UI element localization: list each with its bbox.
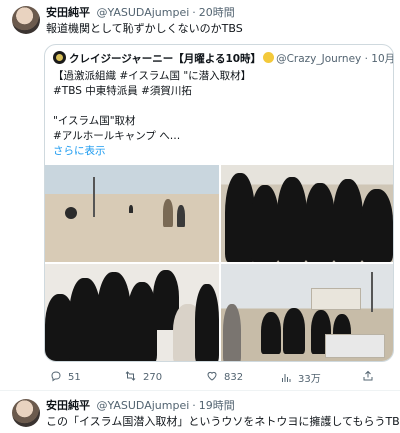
views-icon [282, 374, 291, 382]
show-more-link[interactable]: さらに表示 [53, 144, 251, 159]
tent-shape [311, 288, 361, 310]
views-count: 33万 [298, 374, 321, 385]
tweet-header: 安田純平 @YASUDAjumpei · 19時間 [46, 397, 235, 413]
tweet-time[interactable]: 19時間 [199, 399, 235, 412]
person-figure [283, 308, 305, 354]
tweet-header: 安田純平 @YASUDAjumpei · 20時間 [46, 4, 235, 20]
separator-dot: · [361, 53, 372, 65]
quoted-line: 【過激派組織 #イスラム国 "に潜入取材】 [53, 70, 252, 82]
person-figure [97, 272, 131, 361]
person-figure [251, 185, 279, 262]
separator-dot: · [192, 6, 196, 19]
quoted-date[interactable]: 10月29日 [371, 53, 393, 65]
retweet-icon [125, 371, 136, 381]
retweet-count: 270 [143, 372, 163, 383]
quoted-line: "イスラム国"取材 [53, 115, 136, 127]
user-name[interactable]: 安田純平 [46, 6, 90, 19]
photo-women-children[interactable] [45, 264, 219, 361]
user-handle[interactable]: @YASUDAjumpei [97, 399, 190, 412]
person-figure [195, 284, 219, 361]
reply-button[interactable]: 51 [50, 370, 81, 383]
pole-shape [93, 177, 95, 217]
user-name[interactable]: 安田純平 [46, 399, 90, 412]
like-count: 832 [224, 372, 244, 383]
person-figure [261, 312, 281, 354]
motorbike-shape [65, 207, 77, 219]
quoted-user-name[interactable]: クレイジージャーニー【月曜よる10時】 [69, 53, 261, 65]
person-figure [223, 304, 241, 361]
views-button[interactable]: 33万 [280, 370, 321, 385]
user-handle[interactable]: @YASUDAjumpei [97, 6, 190, 19]
person-figure [333, 179, 363, 262]
avatar[interactable] [12, 6, 40, 34]
quoted-avatar[interactable] [53, 51, 66, 64]
avatar[interactable] [12, 399, 40, 427]
retweet-button[interactable]: 270 [124, 370, 162, 383]
quoted-line: #TBS 中東特派員 #須賀川拓 [53, 85, 192, 97]
quoted-tweet[interactable]: クレイジージャーニー【月曜よる10時】 @Crazy_Journey · 10月2… [44, 44, 394, 362]
tweet-text: この「イスラム国潜入取材」というウソをネトウヨに擁護してもらうTBS [46, 415, 400, 428]
person-figure [163, 199, 173, 227]
tweet-time[interactable]: 20時間 [199, 6, 235, 19]
like-button[interactable]: 832 [206, 370, 243, 383]
photo-tent-camp[interactable] [221, 264, 393, 361]
person-figure [305, 183, 335, 262]
quoted-line [53, 99, 251, 114]
reply-icon [51, 371, 61, 382]
person-figure [361, 189, 393, 262]
action-bar: 51 270 832 33万 [44, 368, 394, 386]
divider [0, 390, 400, 391]
heart-icon [207, 371, 217, 381]
person-figure [277, 177, 307, 262]
separator-dot: · [192, 399, 196, 412]
quoted-tweet-text: 【過激派組織 #イスラム国 "に潜入取材】 #TBS 中東特派員 #須賀川拓 "… [53, 69, 251, 159]
emoji-icon [263, 52, 275, 63]
tweet-text: 報道機関として恥ずかしくないのかTBS [46, 22, 243, 35]
person-figure [129, 205, 133, 213]
photo-crowd-women[interactable] [221, 165, 393, 262]
media-grid [45, 165, 393, 361]
quoted-tweet-header: クレイジージャーニー【月曜よる10時】 @Crazy_Journey · 10月2… [53, 51, 393, 66]
bin-shape [325, 334, 385, 358]
reply-count: 51 [68, 372, 81, 383]
share-button[interactable] [362, 370, 380, 383]
photo-desert-camp[interactable] [45, 165, 219, 262]
person-figure [177, 205, 185, 227]
quoted-line: #アルホールキャンプ へ… [53, 130, 181, 142]
pole-shape [371, 272, 373, 312]
share-icon [363, 370, 373, 381]
quoted-user-handle[interactable]: @Crazy_Journey [276, 53, 361, 65]
